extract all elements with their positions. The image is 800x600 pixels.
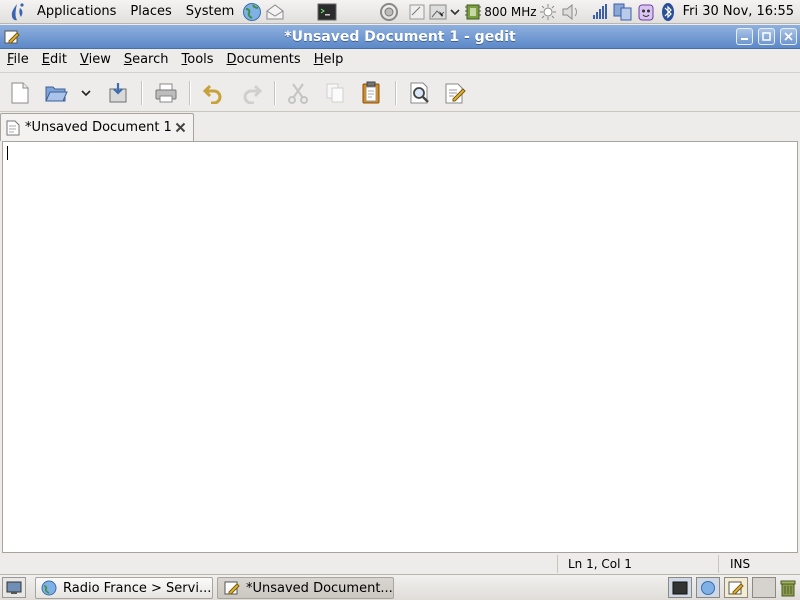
menu-view[interactable]: View <box>73 49 117 71</box>
workspace-4[interactable] <box>752 577 776 598</box>
workspace-1[interactable] <box>668 577 692 598</box>
new-document-button[interactable] <box>6 79 34 107</box>
web-browser-icon[interactable] <box>241 1 263 23</box>
signal-icon[interactable] <box>589 1 611 23</box>
menu-help[interactable]: Help <box>307 49 350 71</box>
close-button[interactable] <box>780 28 797 45</box>
places-menu[interactable]: Places <box>123 0 178 24</box>
brightness-icon[interactable] <box>537 1 559 23</box>
terminal-icon[interactable] <box>315 1 339 23</box>
trash-icon[interactable] <box>778 578 798 598</box>
open-button[interactable] <box>42 79 70 107</box>
taskbar-item-gedit[interactable]: *Unsaved Document... <box>217 577 394 599</box>
workspace-3[interactable] <box>724 577 748 598</box>
gnome-foot-icon[interactable] <box>4 1 30 23</box>
menu-tools[interactable]: Tools <box>175 49 220 71</box>
menu-documents[interactable]: Documents <box>220 49 307 71</box>
menu-edit[interactable]: Edit <box>35 49 73 71</box>
network-icon[interactable] <box>376 1 402 23</box>
copy-button[interactable] <box>321 79 349 107</box>
text-editor-icon <box>224 580 240 596</box>
workspace-2[interactable] <box>696 577 720 598</box>
cpu-icon[interactable] <box>462 1 484 23</box>
tab-label: *Unsaved Document 1 <box>25 120 172 135</box>
undo-button[interactable] <box>199 79 227 107</box>
save-button[interactable] <box>104 79 132 107</box>
image-icon[interactable] <box>428 1 448 23</box>
cursor-position: Ln 1, Col 1 <box>557 555 717 573</box>
web-browser-icon <box>41 580 57 596</box>
paste-button[interactable] <box>357 79 385 107</box>
document-icon <box>6 120 20 136</box>
toolbar-separator <box>189 81 191 105</box>
close-tab-icon[interactable] <box>173 119 187 135</box>
toolbar-separator <box>141 81 143 105</box>
taskbar-item-browser[interactable]: Radio France > Servi... <box>35 577 213 599</box>
window-titlebar[interactable]: *Unsaved Document 1 - gedit <box>0 25 800 49</box>
open-recent-dropdown[interactable] <box>74 79 98 107</box>
mail-icon[interactable] <box>263 1 287 23</box>
system-menu[interactable]: System <box>179 0 241 24</box>
show-desktop-icon[interactable] <box>2 577 26 598</box>
top-panel: Applications Places System 800 MHz Fri 3… <box>0 0 800 24</box>
face-icon[interactable] <box>635 1 657 23</box>
bluetooth-icon[interactable] <box>657 1 679 23</box>
toolbar-separator <box>395 81 397 105</box>
cut-button[interactable] <box>284 79 312 107</box>
dropdown-arrow-icon[interactable] <box>448 1 462 23</box>
cpu-frequency: 800 MHz <box>484 4 537 19</box>
redo-button[interactable] <box>238 79 266 107</box>
clock[interactable]: Fri 30 Nov, 16:55 <box>679 4 800 19</box>
text-editor[interactable] <box>2 141 798 553</box>
minimize-button[interactable] <box>736 28 753 45</box>
volume-icon[interactable] <box>559 1 583 23</box>
menu-file[interactable]: File <box>0 49 35 71</box>
maximize-button[interactable] <box>758 28 775 45</box>
toolbar-separator <box>274 81 276 105</box>
replace-button[interactable] <box>441 79 469 107</box>
tab-document[interactable]: *Unsaved Document 1 <box>0 113 194 141</box>
insert-mode: INS <box>718 555 800 573</box>
statusbar: Ln 1, Col 1 INS <box>0 555 800 573</box>
applications-menu[interactable]: Applications <box>30 0 123 24</box>
network-manager-icon[interactable] <box>611 1 635 23</box>
menu-search[interactable]: Search <box>117 49 175 71</box>
menubar: File Edit View Search Tools Documents He… <box>0 49 800 71</box>
find-button[interactable] <box>406 79 434 107</box>
text-cursor <box>7 146 8 160</box>
toolbar <box>0 72 800 112</box>
bottom-panel: Radio France > Servi... *Unsaved Documen… <box>0 574 800 600</box>
print-button[interactable] <box>152 79 180 107</box>
notes-icon[interactable] <box>406 1 428 23</box>
window-title: *Unsaved Document 1 - gedit <box>284 29 516 45</box>
notification-area: 800 MHz Fri 30 Nov, 16:55 <box>376 1 800 23</box>
